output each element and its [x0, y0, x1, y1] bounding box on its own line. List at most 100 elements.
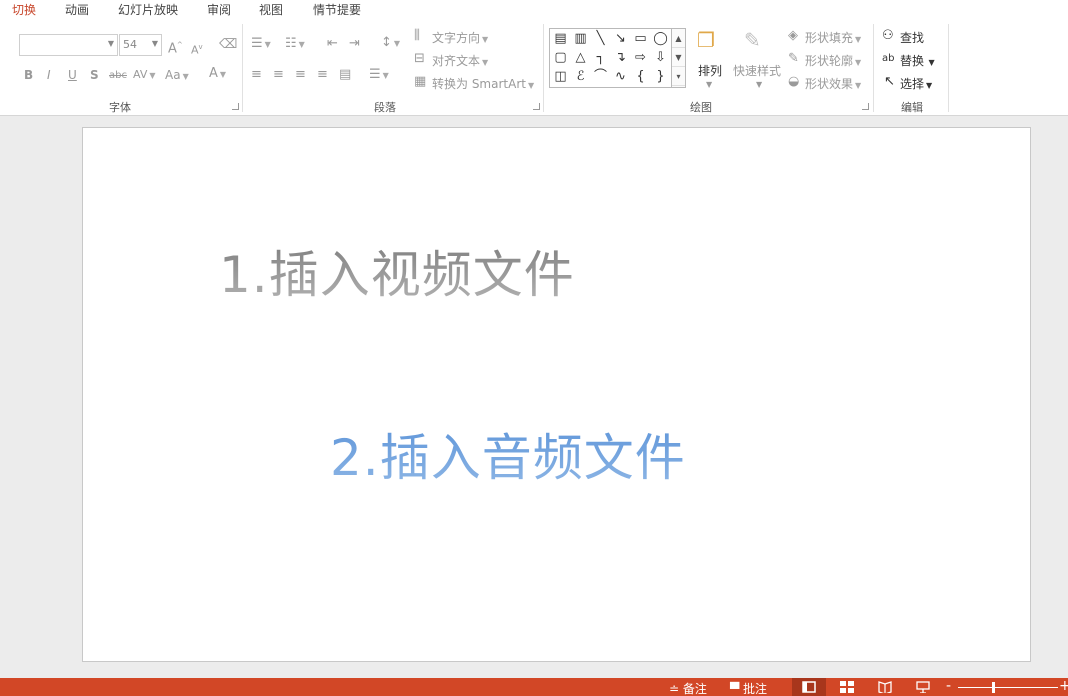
tab-slideshow[interactable]: 幻灯片放映 [118, 1, 178, 18]
bold-button[interactable]: B [24, 68, 33, 82]
textbox-shape-icon[interactable]: ▤ [552, 31, 569, 47]
reading-view-icon[interactable] [878, 681, 892, 693]
slide-canvas[interactable]: 1.插入视频文件 2.插入音频文件 [82, 127, 1031, 662]
text-direction-label: 文字方向 [432, 31, 481, 45]
flowchart-shape-icon[interactable]: ◫ [552, 69, 569, 85]
tab-transitions[interactable]: 切换 [12, 1, 36, 18]
vertical-textbox-shape-icon[interactable]: ▥ [572, 31, 589, 47]
pen-icon: ✎ [788, 51, 799, 66]
arc-shape-icon[interactable]: ⌒ [592, 69, 609, 85]
notes-button[interactable]: ≐ 备注 [669, 680, 707, 696]
decrease-indent-icon[interactable]: ⇤ [327, 37, 338, 51]
zoom-slider-thumb[interactable] [992, 682, 995, 693]
shape-effects-button[interactable]: 形状效果 ▼ [805, 75, 861, 92]
find-button[interactable]: 查找 [900, 29, 924, 46]
gallery-more-icon[interactable]: ▾ [672, 67, 685, 86]
tab-review[interactable]: 审阅 [207, 1, 231, 18]
shadow-button[interactable]: S [90, 68, 99, 82]
normal-view-icon [802, 681, 816, 693]
normal-view-button[interactable] [792, 678, 826, 696]
select-button[interactable]: 选择 ▼ [900, 75, 932, 92]
comments-button[interactable]: ▀ 批注 [730, 680, 767, 696]
replace-button[interactable]: 替换 ▼ [900, 52, 935, 69]
font-color-button[interactable]: A ▼ [209, 67, 226, 82]
zoom-in-icon[interactable]: + [1059, 678, 1068, 694]
grow-font-label: A [168, 41, 177, 57]
gallery-scroll[interactable]: ▲ ▼ ▾ [671, 29, 685, 87]
slide-title-line2[interactable]: 2.插入音频文件 [330, 418, 686, 490]
shape-outline-label: 形状轮廓 [805, 54, 854, 68]
increase-indent-icon[interactable]: ⇥ [349, 37, 360, 51]
align-right-icon[interactable]: ≡ [295, 68, 306, 82]
slide-workspace: 1.插入视频文件 2.插入音频文件 [0, 116, 1068, 678]
font-size-combo[interactable]: 54 ▼ [119, 34, 162, 56]
slide-title-line1[interactable]: 1.插入视频文件 [219, 235, 575, 307]
elbow-connector-shape-icon[interactable]: ┐ [592, 50, 609, 66]
drawing-dialog-launcher[interactable] [862, 103, 869, 110]
strikethrough-button[interactable]: abc [109, 69, 127, 83]
rounded-rect-shape-icon[interactable]: ▢ [552, 50, 569, 66]
align-left-icon[interactable]: ≡ [251, 68, 262, 82]
numbering-icon[interactable]: ☷ ▼ [285, 37, 305, 52]
chevron-down-icon: ▼ [756, 80, 763, 89]
shapes-gallery[interactable]: ▤ ▥ ╲ ↘ ▭ ◯ ▢ △ ┐ ↴ ⇨ ⇩ ◫ ℰ ⌒ ∿ { } ▲ ▼ … [549, 28, 686, 88]
down-arrow-shape-icon[interactable]: ⇩ [652, 50, 669, 66]
font-color-label: A [209, 66, 218, 81]
shrink-font-icon[interactable]: Av [191, 40, 203, 58]
tab-storyboard[interactable]: 情节提要 [313, 1, 361, 18]
right-brace-shape-icon[interactable]: } [652, 69, 669, 85]
tab-animations[interactable]: 动画 [65, 1, 89, 18]
underline-button[interactable]: U [68, 68, 77, 82]
align-center-icon[interactable]: ≡ [273, 68, 284, 82]
replace-icon: ab [882, 53, 895, 64]
tab-view[interactable]: 视图 [259, 1, 283, 18]
binoculars-icon: ⚇ [882, 28, 894, 43]
separator [543, 24, 544, 112]
grow-font-icon[interactable]: A^ [168, 38, 183, 56]
convert-smartart-button[interactable]: 转换为 SmartArt ▼ [432, 75, 534, 92]
change-case-button[interactable]: Aa ▼ [165, 68, 189, 84]
oval-shape-icon[interactable]: ◯ [652, 31, 669, 47]
shape-effects-label: 形状效果 [805, 77, 854, 91]
elbow-arrow-shape-icon[interactable]: ↴ [612, 50, 629, 66]
right-arrow-shape-icon[interactable]: ⇨ [632, 50, 649, 66]
left-brace-shape-icon[interactable]: { [632, 69, 649, 85]
separator [948, 24, 949, 112]
zoom-slider[interactable] [958, 687, 1058, 688]
italic-button[interactable]: I [47, 68, 51, 82]
clear-formatting-icon[interactable]: ⌫ [219, 38, 237, 52]
distributed-icon[interactable]: ▤ [339, 68, 351, 82]
quick-styles-button[interactable]: 快速样式 [733, 62, 781, 79]
justify-icon[interactable]: ≡ [317, 68, 328, 82]
slide-sorter-icon[interactable] [840, 681, 854, 693]
zoom-out-icon[interactable]: - [946, 678, 951, 694]
character-spacing-button[interactable]: AV ▼ [133, 68, 156, 83]
paragraph-dialog-launcher[interactable] [533, 103, 540, 110]
font-name-combo[interactable]: ▼ [19, 34, 118, 56]
comments-label: 批注 [743, 682, 768, 696]
align-text-label: 对齐文本 [432, 54, 481, 68]
line-spacing-icon[interactable]: ↕ ▼ [381, 36, 400, 51]
columns-icon[interactable]: ☰ ▼ [369, 68, 389, 83]
convert-smartart-label: 转换为 SmartArt [432, 77, 526, 91]
bullets-icon[interactable]: ☰ ▼ [251, 37, 271, 52]
triangle-shape-icon[interactable]: △ [572, 50, 589, 66]
shape-fill-button[interactable]: 形状填充 ▼ [805, 29, 861, 46]
chevron-down-icon: ▼ [151, 39, 158, 48]
line-shape-icon[interactable]: ╲ [592, 31, 609, 47]
character-spacing-label: AV [133, 68, 148, 81]
gallery-up-icon[interactable]: ▲ [672, 29, 685, 48]
font-dialog-launcher[interactable] [232, 103, 239, 110]
wave-shape-icon[interactable]: ∿ [612, 69, 629, 85]
gallery-down-icon[interactable]: ▼ [672, 48, 685, 67]
arrow-line-shape-icon[interactable]: ↘ [612, 31, 629, 47]
rectangle-shape-icon[interactable]: ▭ [632, 31, 649, 47]
align-text-button[interactable]: 对齐文本 ▼ [432, 52, 488, 69]
curve-shape-icon[interactable]: ℰ [572, 69, 589, 85]
text-direction-button[interactable]: 文字方向 ▼ [432, 29, 488, 46]
shape-outline-button[interactable]: 形状轮廓 ▼ [805, 52, 861, 69]
replace-label: 替换 [900, 54, 925, 68]
chevron-down-icon: ▼ [706, 80, 713, 89]
slideshow-icon[interactable] [916, 681, 930, 693]
arrange-button[interactable]: 排列 [698, 62, 722, 79]
